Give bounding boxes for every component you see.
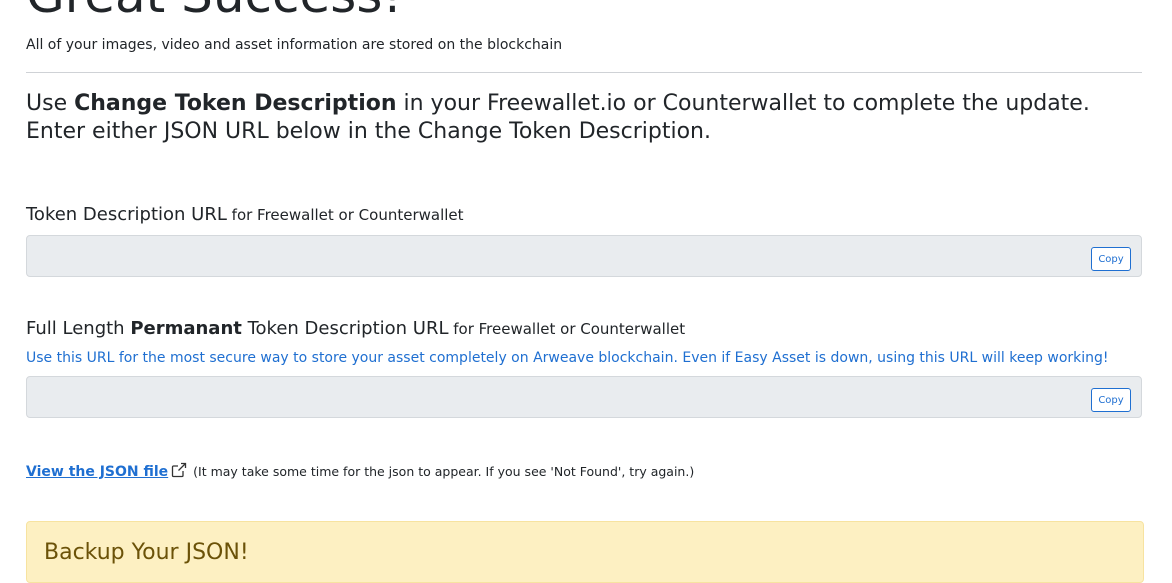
full-url-note: Use this URL for the most secure way to … — [26, 350, 1109, 366]
backup-alert: Backup Your JSON! — [26, 521, 1144, 583]
full-url-field: Copy — [26, 376, 1142, 418]
full-url-label-small: for Freewallet or Counterwallet — [448, 320, 686, 338]
external-link-icon[interactable] — [171, 462, 187, 481]
instructions-emphasis: Change Token Description — [74, 91, 397, 116]
page-title: Great Success! — [26, 0, 402, 20]
token-url-label-small: for Freewallet or Counterwallet — [226, 206, 464, 224]
token-url-label: Token Description URL for Freewallet or … — [26, 204, 464, 225]
token-url-label-main: Token Description URL — [26, 204, 227, 225]
full-url-input[interactable] — [27, 377, 1077, 417]
divider — [26, 72, 1142, 73]
token-url-input[interactable] — [27, 236, 1077, 276]
page-subtitle: All of your images, video and asset info… — [26, 37, 563, 53]
full-url-label-prefix: Full Length — [26, 318, 131, 339]
instructions-prefix: Use — [26, 91, 75, 116]
token-url-field: Copy — [26, 235, 1142, 277]
copy-token-url-button[interactable]: Copy — [1091, 247, 1131, 271]
json-link-row: View the JSON file (It may take some tim… — [26, 462, 694, 481]
view-json-link[interactable]: View the JSON file — [26, 464, 168, 480]
instructions-heading: Use Change Token Description in your Fre… — [26, 90, 1126, 146]
json-link-note: (It may take some time for the json to a… — [189, 464, 695, 479]
backup-title: Backup Your JSON! — [44, 540, 249, 565]
full-url-label-bold: Permanant — [130, 318, 242, 339]
copy-full-url-button[interactable]: Copy — [1091, 388, 1131, 412]
full-url-label: Full Length Permanant Token Description … — [26, 318, 685, 339]
full-url-label-suffix: Token Description URL — [241, 318, 449, 339]
